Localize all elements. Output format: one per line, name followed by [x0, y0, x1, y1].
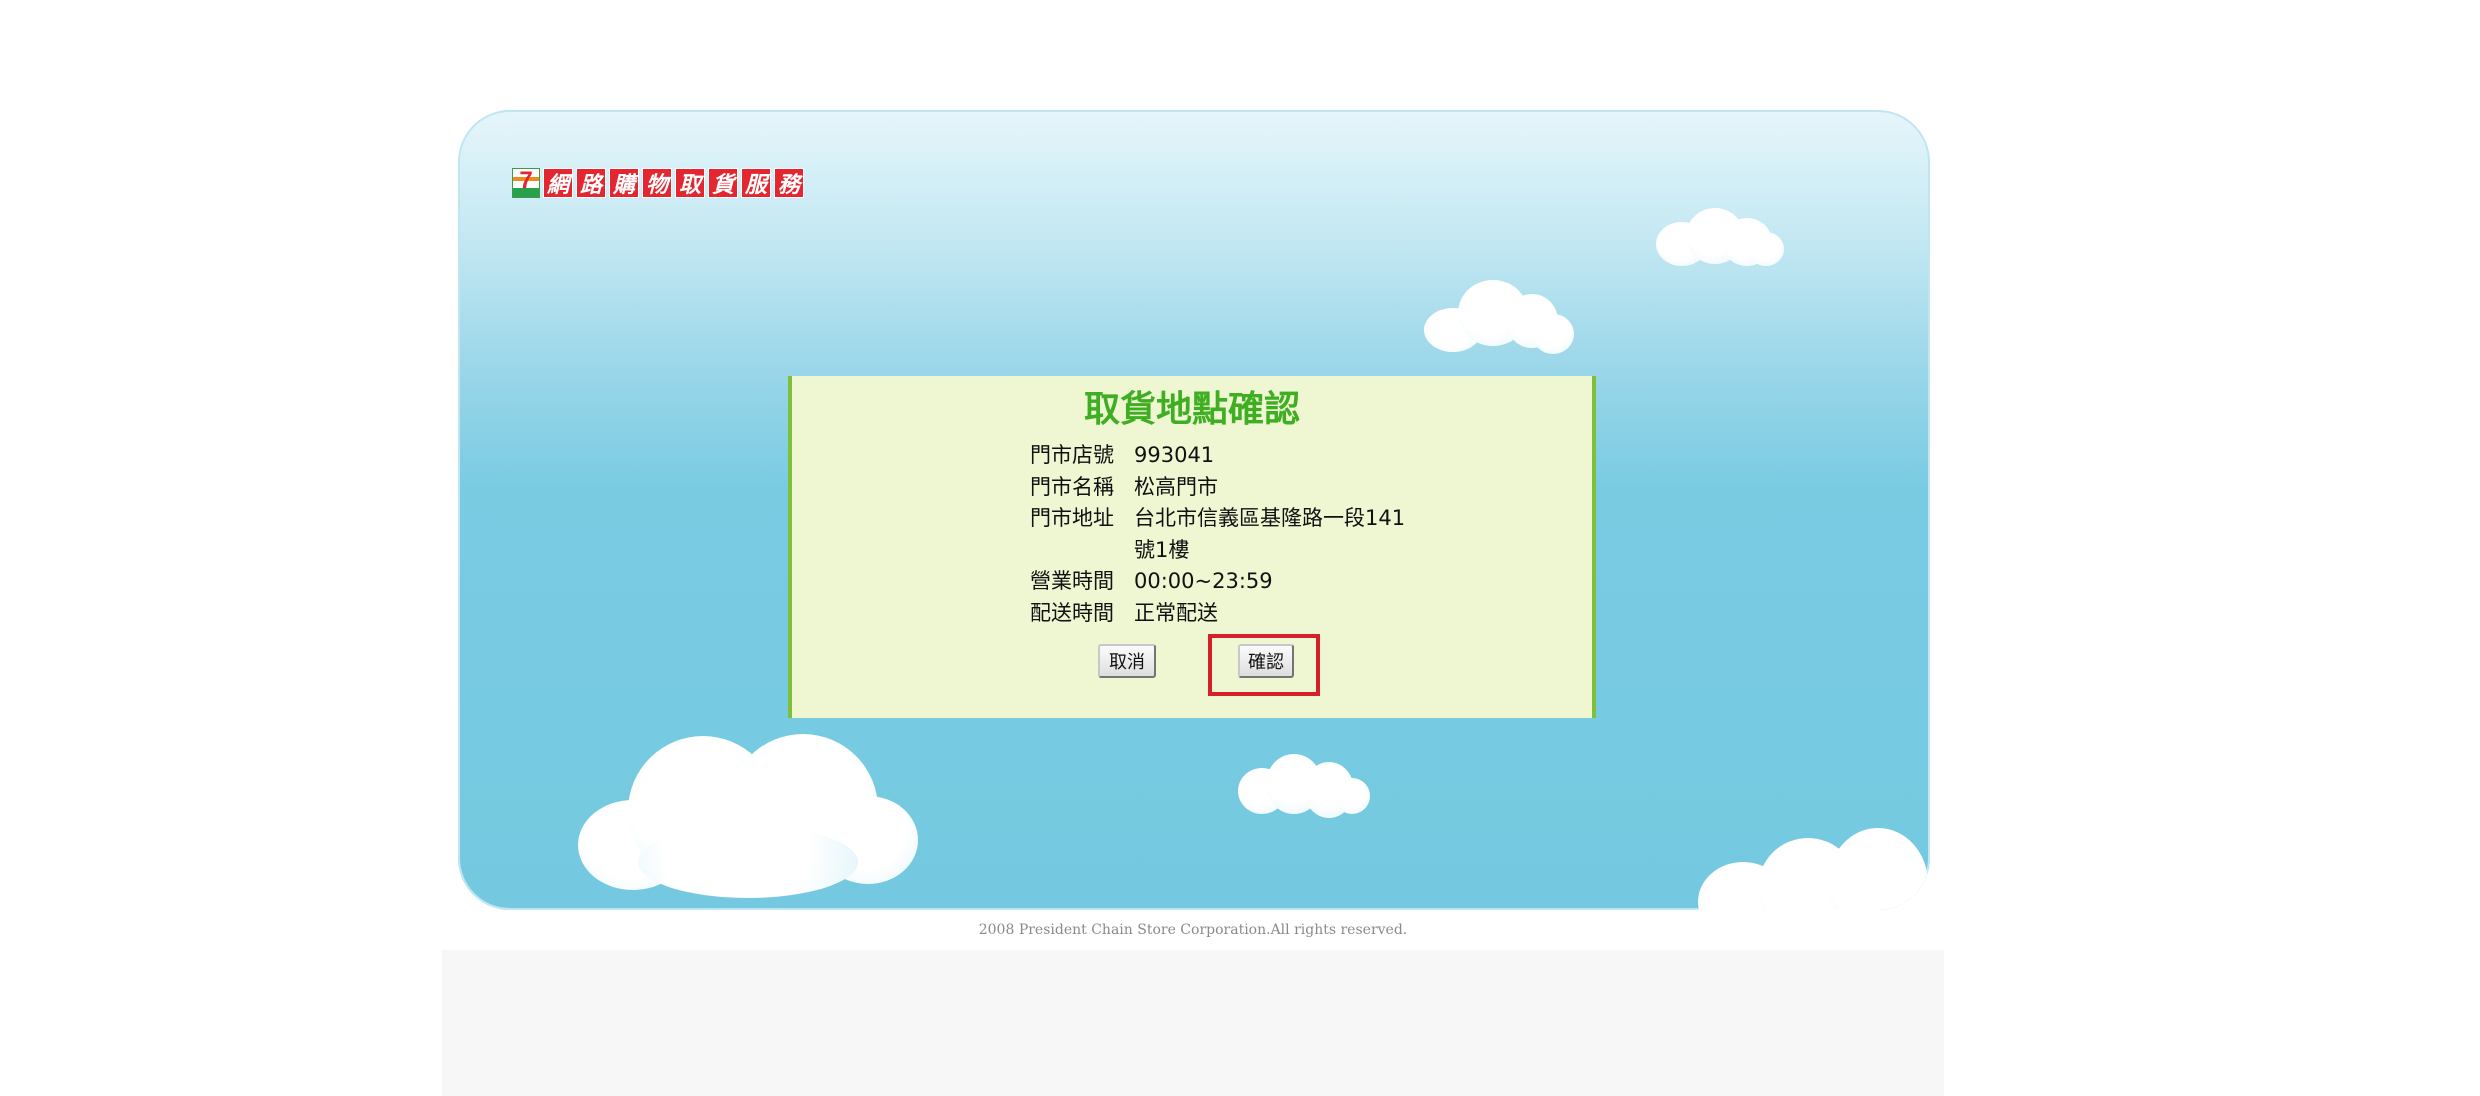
logo-title-char: 服	[741, 168, 771, 198]
copyright-text: 2008 President Chain Store Corporation.A…	[978, 922, 1408, 938]
info-row-store-name: 門市名稱 松高門市	[1030, 472, 1424, 504]
cancel-button[interactable]: 取消	[1098, 644, 1156, 678]
seven-eleven-logo-icon: 7	[512, 167, 540, 198]
cloud-decoration	[1424, 280, 1574, 360]
store-info-table: 門市店號 993041 門市名稱 松高門市 門市地址 台北市信義區基隆路一段14…	[1030, 440, 1424, 630]
info-row-store-address: 門市地址 台北市信義區基隆路一段141號1樓	[1030, 503, 1424, 566]
logo-title-char: 路	[576, 168, 606, 198]
store-id-value: 993041	[1134, 443, 1215, 467]
info-row-business-hours: 營業時間 00:00~23:59	[1030, 566, 1424, 598]
logo-title-char: 物	[642, 168, 672, 198]
store-name-value: 松高門市	[1134, 474, 1218, 499]
store-address-value: 台北市信義區基隆路一段141號1樓	[1134, 506, 1406, 562]
service-logo: 7 網 路 購 物 取 貨 服 務	[512, 167, 804, 198]
business-hours-label: 營業時間	[1030, 569, 1114, 594]
pickup-location-dialog: 取貨地點確認 門市店號 993041 門市名稱 松高門市 門市地址 台北市信義區…	[788, 376, 1596, 718]
store-address-label: 門市地址	[1030, 506, 1114, 531]
logo-title-char: 網	[543, 168, 573, 198]
delivery-time-value: 正常配送	[1134, 600, 1218, 625]
info-row-delivery-time: 配送時間 正常配送	[1030, 598, 1424, 630]
cloud-decoration	[1698, 828, 1930, 910]
store-id-label: 門市店號	[1030, 443, 1114, 467]
logo-title-char: 務	[774, 168, 804, 198]
logo-title-char: 購	[609, 168, 639, 198]
logo-title-char: 貨	[708, 168, 738, 198]
delivery-time-label: 配送時間	[1030, 600, 1114, 625]
page-bottom-area	[442, 950, 1944, 1096]
cloud-decoration	[578, 726, 920, 898]
confirm-button-highlight	[1208, 634, 1320, 696]
logo-title-char: 取	[675, 168, 705, 198]
business-hours-value: 00:00~23:59	[1134, 569, 1273, 594]
cloud-decoration	[1656, 208, 1786, 274]
store-name-label: 門市名稱	[1030, 474, 1114, 499]
info-row-store-id: 門市店號 993041	[1030, 440, 1424, 472]
cloud-decoration	[1238, 754, 1370, 824]
dialog-title: 取貨地點確認	[1083, 389, 1300, 430]
